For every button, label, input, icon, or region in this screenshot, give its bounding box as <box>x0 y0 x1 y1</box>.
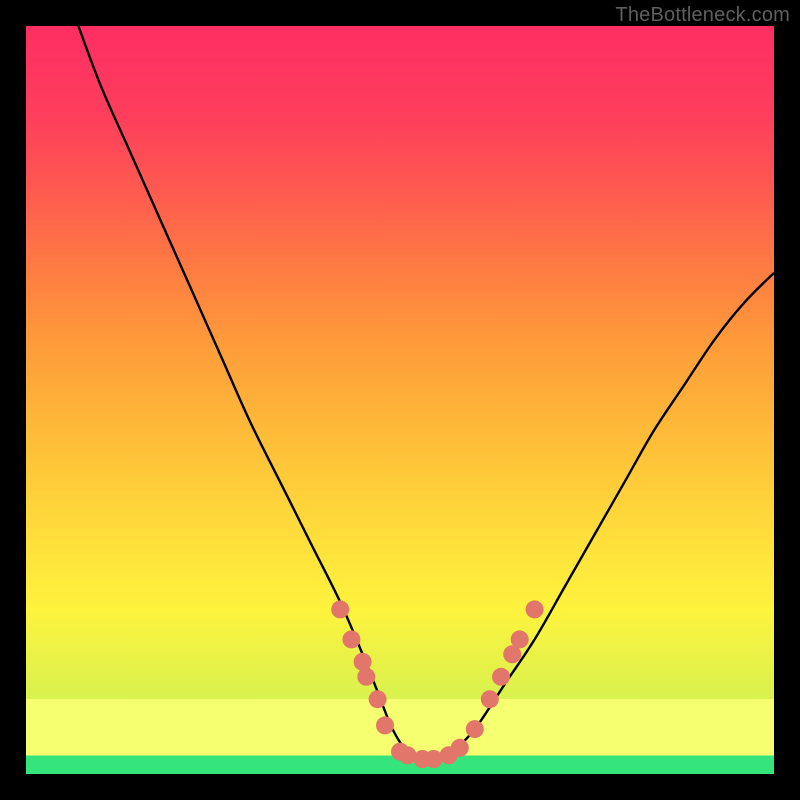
curve-dot <box>481 690 499 708</box>
curve-dot <box>466 720 484 738</box>
curve-dot <box>331 600 349 618</box>
watermark-text: TheBottleneck.com <box>615 4 790 27</box>
curve-dot <box>451 739 469 757</box>
bottleneck-curve <box>78 26 774 760</box>
curve-dots <box>331 600 543 768</box>
plot-area <box>26 26 774 774</box>
curve-dot <box>369 690 387 708</box>
chart-container: TheBottleneck.com <box>0 0 800 800</box>
curve-dot <box>511 630 529 648</box>
curve-dot <box>357 668 375 686</box>
curve-dot <box>526 600 544 618</box>
curve-dot <box>342 630 360 648</box>
curve-dot <box>492 668 510 686</box>
curve-svg <box>26 26 774 774</box>
curve-dot <box>354 653 372 671</box>
curve-dot <box>376 716 394 734</box>
